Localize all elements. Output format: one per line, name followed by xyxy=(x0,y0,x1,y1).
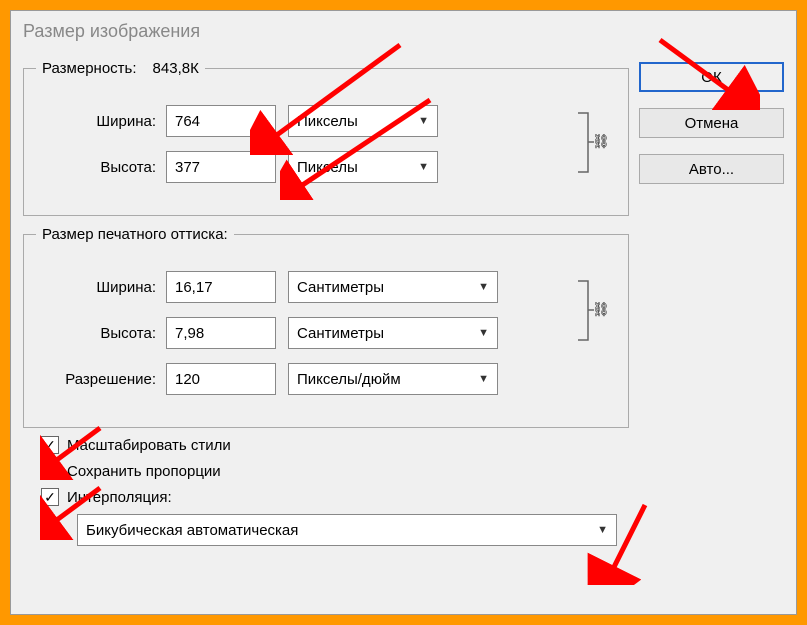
width-unit-select[interactable]: Пикселы ▼ xyxy=(288,105,438,137)
print-height-row: Высота: Сантиметры ▼ xyxy=(36,317,616,349)
height-label: Высота: xyxy=(36,159,166,176)
print-width-row: Ширина: Сантиметры ▼ xyxy=(36,271,616,303)
constrain-link-print: ⛓ xyxy=(574,273,604,348)
dialog-content: Размерность: 843,8К Ширина: Пикселы ▼ Вы… xyxy=(11,50,796,546)
link-icon: ⛓ xyxy=(592,301,610,318)
print-height-input[interactable] xyxy=(166,317,276,349)
left-panel: Размерность: 843,8К Ширина: Пикселы ▼ Вы… xyxy=(23,50,629,546)
dimensions-label: Размерность: xyxy=(42,60,137,77)
print-width-label: Ширина: xyxy=(36,279,166,296)
print-height-label: Высота: xyxy=(36,325,166,342)
pixel-dimensions-group: Размерность: 843,8К Ширина: Пикселы ▼ Вы… xyxy=(23,60,629,216)
height-unit-select[interactable]: Пикселы ▼ xyxy=(288,151,438,183)
chevron-down-icon: ▼ xyxy=(478,373,489,385)
chevron-down-icon: ▼ xyxy=(478,281,489,293)
height-unit-value: Пикселы xyxy=(297,159,358,176)
interpolate-row[interactable]: ✓ Интерполяция: xyxy=(41,488,629,506)
scale-styles-row[interactable]: ✓ Масштабировать стили xyxy=(41,436,629,454)
dialog-title: Размер изображения xyxy=(11,11,796,50)
print-width-unit-value: Сантиметры xyxy=(297,279,384,296)
link-icon: ⛓ xyxy=(592,133,610,150)
interpolation-value: Бикубическая автоматическая xyxy=(86,522,298,539)
file-size: 843,8К xyxy=(153,60,199,77)
chevron-down-icon: ▼ xyxy=(418,161,429,173)
chevron-down-icon: ▼ xyxy=(597,524,608,536)
ok-button[interactable]: ОК xyxy=(639,62,784,92)
interpolate-label: Интерполяция: xyxy=(67,489,172,506)
interpolation-select[interactable]: Бикубическая автоматическая ▼ xyxy=(77,514,617,546)
width-row: Ширина: Пикселы ▼ xyxy=(36,105,616,137)
scale-styles-label: Масштабировать стили xyxy=(67,437,231,454)
auto-button[interactable]: Авто... xyxy=(639,154,784,184)
cancel-button[interactable]: Отмена xyxy=(639,108,784,138)
interpolate-checkbox[interactable]: ✓ xyxy=(41,488,59,506)
print-height-unit-select[interactable]: Сантиметры ▼ xyxy=(288,317,498,349)
constrain-checkbox[interactable]: ✓ xyxy=(41,462,59,480)
width-unit-value: Пикселы xyxy=(297,113,358,130)
print-height-unit-value: Сантиметры xyxy=(297,325,384,342)
constrain-row[interactable]: ✓ Сохранить пропорции xyxy=(41,462,629,480)
height-input[interactable] xyxy=(166,151,276,183)
resolution-unit-select[interactable]: Пикселы/дюйм ▼ xyxy=(288,363,498,395)
print-width-unit-select[interactable]: Сантиметры ▼ xyxy=(288,271,498,303)
print-width-input[interactable] xyxy=(166,271,276,303)
print-legend: Размер печатного оттиска: xyxy=(36,226,234,243)
image-size-dialog: Размер изображения Размерность: 843,8К Ш… xyxy=(10,10,797,615)
resolution-input[interactable] xyxy=(166,363,276,395)
constrain-link-pixel: ⛓ xyxy=(574,105,604,180)
resolution-row: Разрешение: Пикселы/дюйм ▼ xyxy=(36,363,616,395)
constrain-label: Сохранить пропорции xyxy=(67,463,221,480)
dimensions-legend: Размерность: 843,8К xyxy=(36,60,205,77)
height-row: Высота: Пикселы ▼ xyxy=(36,151,616,183)
width-input[interactable] xyxy=(166,105,276,137)
scale-styles-checkbox[interactable]: ✓ xyxy=(41,436,59,454)
chevron-down-icon: ▼ xyxy=(478,327,489,339)
document-size-group: Размер печатного оттиска: Ширина: Сантим… xyxy=(23,226,629,428)
chevron-down-icon: ▼ xyxy=(418,115,429,127)
right-panel: ОК Отмена Авто... xyxy=(629,50,784,546)
resolution-label: Разрешение: xyxy=(36,371,166,388)
width-label: Ширина: xyxy=(36,113,166,130)
resolution-unit-value: Пикселы/дюйм xyxy=(297,371,401,388)
